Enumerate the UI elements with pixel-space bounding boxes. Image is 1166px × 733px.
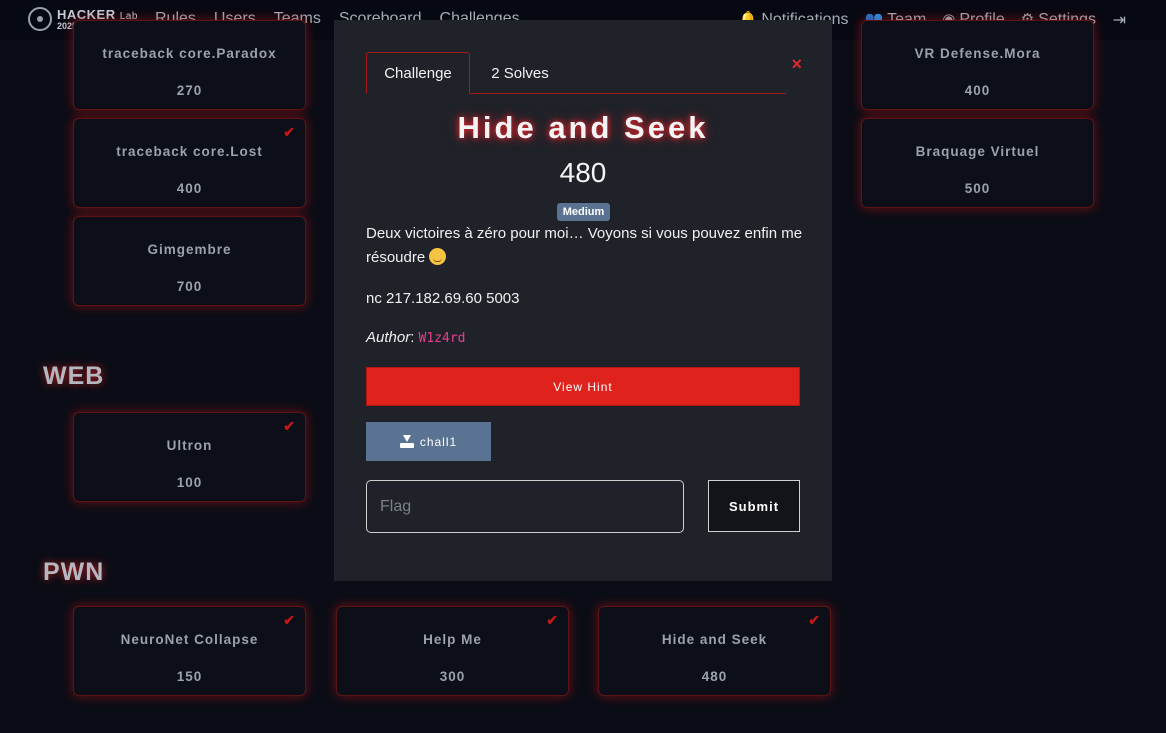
connection-info: nc 217.182.69.60 5003: [366, 290, 520, 307]
download-icon: [399, 435, 414, 448]
challenge-card[interactable]: Gimgembre 700: [73, 216, 306, 306]
difficulty-badge: Medium: [557, 203, 610, 221]
tab-challenge[interactable]: Challenge: [366, 52, 470, 94]
solved-check-icon: ✔: [283, 612, 295, 628]
solved-check-icon: ✔: [546, 612, 558, 628]
brain-logo-icon: [28, 7, 52, 31]
author-name: W1z4rd: [418, 331, 466, 346]
challenge-card-name: VR Defense.Mora: [914, 46, 1041, 61]
challenge-card-points: 700: [176, 279, 203, 294]
challenge-card[interactable]: ✔ Hide and Seek 480: [598, 606, 831, 696]
challenge-card[interactable]: ✔ Ultron 100: [73, 412, 306, 502]
challenge-card-name: Hide and Seek: [661, 632, 768, 647]
challenge-title: Hide and Seek: [457, 110, 709, 145]
challenge-card[interactable]: ✔ traceback core.Lost 400: [73, 118, 306, 208]
challenge-description: Deux victoires à zéro pour moi… Voyons s…: [366, 225, 803, 266]
challenge-card[interactable]: traceback core.Paradox 270: [73, 20, 306, 110]
solved-check-icon: ✔: [808, 612, 820, 628]
challenge-card[interactable]: VR Defense.Mora 400: [861, 20, 1094, 110]
modal-tabs: Challenge 2 Solves: [366, 52, 786, 94]
challenge-card-points: 500: [964, 181, 991, 196]
logout-icon[interactable]: ⇥: [1113, 10, 1126, 30]
challenge-card-name: NeuroNet Collapse: [120, 632, 259, 647]
challenge-card-points: 270: [176, 83, 203, 98]
smirk-emoji-icon: [429, 248, 447, 265]
solved-check-icon: ✔: [283, 124, 295, 140]
solved-check-icon: ✔: [283, 418, 295, 434]
download-file-button[interactable]: chall1: [366, 422, 491, 461]
challenge-card-points: 150: [176, 669, 203, 684]
tab-solves[interactable]: 2 Solves: [470, 52, 570, 94]
challenge-card[interactable]: ✔ NeuroNet Collapse 150: [73, 606, 306, 696]
submit-button[interactable]: Submit: [708, 480, 800, 532]
challenge-card-points: 100: [176, 475, 203, 490]
challenge-card-name: traceback core.Paradox: [102, 46, 277, 61]
close-icon[interactable]: ×: [791, 54, 802, 75]
challenge-card-points: 400: [176, 181, 203, 196]
section-title-pwn: PWN: [43, 558, 105, 586]
flag-input[interactable]: [366, 480, 684, 533]
challenge-card-name: traceback core.Lost: [116, 144, 263, 159]
challenge-card[interactable]: Braquage Virtuel 500: [861, 118, 1094, 208]
challenge-card-points: 480: [701, 669, 728, 684]
challenge-modal: Challenge 2 Solves × Hide and Seek 480 M…: [334, 20, 832, 581]
challenge-card-points: 300: [439, 669, 466, 684]
challenge-card-name: Braquage Virtuel: [915, 144, 1040, 159]
challenge-card[interactable]: ✔ Help Me 300: [336, 606, 569, 696]
author-line: Author: W1z4rd: [366, 329, 466, 346]
challenge-points: 480: [559, 157, 607, 188]
challenge-card-name: Gimgembre: [147, 242, 232, 257]
view-hint-button[interactable]: View Hint: [366, 367, 800, 406]
challenge-card-name: Help Me: [423, 632, 482, 647]
section-title-web: WEB: [43, 362, 105, 390]
challenge-card-name: Ultron: [166, 438, 213, 453]
challenge-card-points: 400: [964, 83, 991, 98]
file-name: chall1: [419, 434, 458, 449]
author-label: Author: [366, 329, 411, 346]
